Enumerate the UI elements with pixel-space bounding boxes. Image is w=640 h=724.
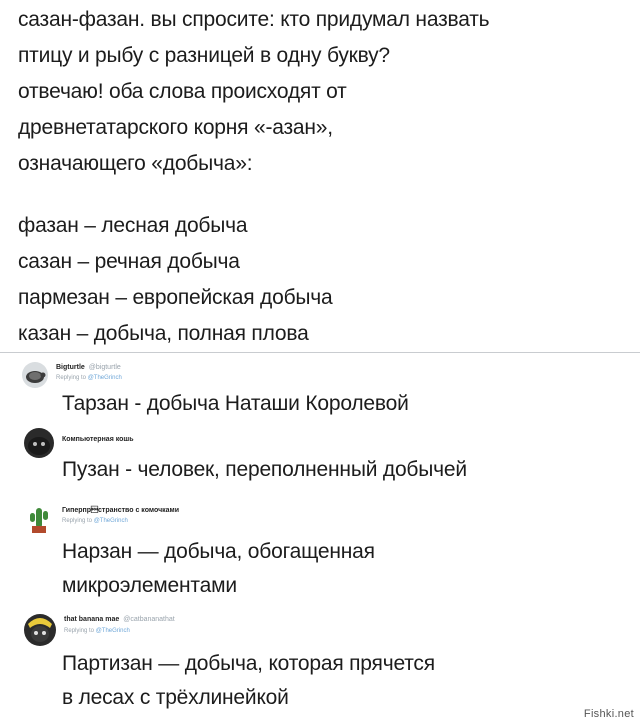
reply-text: в лесах с трёхлинейкой: [62, 686, 289, 709]
replying-to-user[interactable]: @TheGrinch: [96, 628, 130, 634]
reply-author[interactable]: that banana mae @catbananathat: [64, 616, 175, 623]
reply-text: Нарзан — добыча, обогащенная: [62, 540, 375, 563]
author-name[interactable]: Bigturtle: [56, 364, 85, 371]
reply-author[interactable]: Гиперпрстранство с комочками: [62, 506, 179, 514]
reply-author[interactable]: Bigturtle @bigturtle: [56, 364, 121, 371]
cat-avatar-icon[interactable]: [24, 428, 54, 458]
reply-author[interactable]: Компьютерная кошь: [62, 436, 134, 443]
tweet-line: пармезан – европейская добыча: [18, 286, 333, 309]
replying-to-label: Replying to: [56, 375, 87, 381]
author-handle[interactable]: @catbananathat: [123, 616, 174, 623]
replying-to-label: Replying to: [64, 628, 95, 634]
reply-text: Пузан - человек, переполненный добычей: [62, 458, 467, 481]
replying-to-user[interactable]: @TheGrinch: [88, 375, 122, 381]
tweet-line: фазан – лесная добыча: [18, 214, 248, 237]
replying-to: Replying to @TheGrinch: [56, 375, 122, 381]
cactus-avatar-icon[interactable]: [26, 504, 52, 534]
reply-text: Партизан — добыча, которая прячется: [62, 652, 435, 675]
tweet-line: означающего «добыча»:: [18, 152, 253, 175]
replying-to-user[interactable]: @TheGrinch: [94, 518, 128, 524]
tweet-line: сазан – речная добыча: [18, 250, 240, 273]
author-name[interactable]: Гиперпрстранство с комочками: [62, 507, 179, 514]
reply-text: Тарзан - добыча Наташи Королевой: [62, 392, 409, 415]
reply-text: микроэлементами: [62, 574, 237, 597]
banana-cat-avatar-icon[interactable]: [24, 614, 56, 646]
tweet-line: птицу и рыбу с разницей в одну букву?: [18, 44, 390, 67]
replying-to: Replying to @TheGrinch: [64, 628, 130, 634]
tweet-line: сазан-фазан. вы спросите: кто придумал н…: [18, 8, 490, 31]
author-name[interactable]: Компьютерная кошь: [62, 436, 134, 443]
tweet-line: казан – добыча, полная плова: [18, 322, 309, 345]
divider: [0, 352, 640, 353]
tweet-line: древнетатарского корня «-азан»,: [18, 116, 333, 139]
turtle-avatar-icon[interactable]: [22, 362, 48, 388]
tweet-line: отвечаю! оба слова происходят от: [18, 80, 347, 103]
replying-to: Replying to @TheGrinch: [62, 518, 128, 524]
author-name[interactable]: that banana mae: [64, 616, 119, 623]
watermark: Fishki.net: [583, 708, 634, 720]
replying-to-label: Replying to: [62, 518, 93, 524]
author-handle[interactable]: @bigturtle: [89, 364, 121, 371]
